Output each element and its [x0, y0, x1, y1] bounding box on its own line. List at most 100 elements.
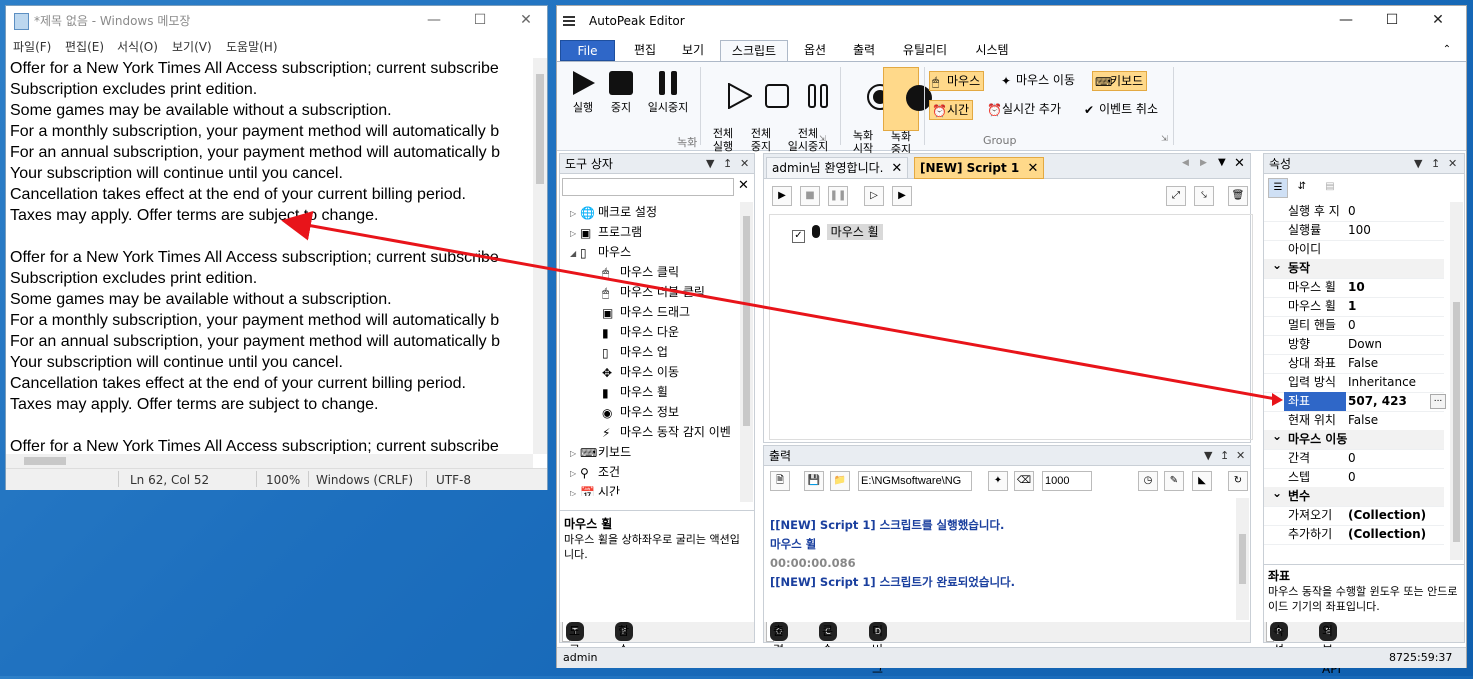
fill-icon[interactable]: ◣ — [1192, 471, 1212, 491]
minimize-button[interactable]: — — [1323, 6, 1369, 36]
property-value[interactable]: 0 — [1348, 449, 1440, 468]
group-expand-icon[interactable]: ⇲ — [819, 134, 826, 143]
property-row[interactable]: › 좌표 507, 423... — [1264, 392, 1446, 412]
tab-output[interactable]: O출력 — [766, 622, 788, 657]
menu-format[interactable]: 서식(O) — [117, 38, 158, 55]
properties-scrollbar[interactable] — [1450, 202, 1463, 560]
script-node-mouse-wheel[interactable]: ✓ 마우스 휠 — [792, 223, 883, 243]
menu-view[interactable]: 보기(V) — [172, 38, 212, 55]
property-value[interactable]: 0 — [1348, 316, 1440, 335]
property-row[interactable]: 마우스 휠 10 — [1264, 278, 1444, 298]
keyboard-toggle-button[interactable]: ⌨키보드 — [1092, 71, 1148, 91]
line-count-stepper[interactable] — [1042, 471, 1092, 491]
tab-output[interactable]: 출력 — [846, 40, 882, 61]
scroll-thumb[interactable] — [536, 74, 544, 184]
property-value[interactable]: Inheritance — [1348, 373, 1440, 392]
property-row[interactable]: 실행률 100 — [1264, 221, 1444, 241]
step-icon[interactable]: ▷ — [864, 186, 884, 206]
close-icon[interactable]: ✕ — [1448, 154, 1457, 174]
maximize-button[interactable]: ☐ — [1369, 6, 1415, 36]
tree-item-mouse-wheel[interactable]: ▮ 마우스 휠 — [602, 382, 668, 402]
property-row[interactable]: 상대 좌표 False — [1264, 354, 1444, 374]
output-scrollbar[interactable] — [1236, 498, 1249, 620]
expand-chevron-icon[interactable]: ⌄ — [1272, 256, 1282, 275]
log-path-input[interactable] — [858, 471, 972, 491]
tree-item-mouse-double-click[interactable]: 🖱 마우스 더블 클릭 — [602, 282, 705, 302]
menu-file[interactable]: 파일(F) — [13, 38, 51, 55]
pause-icon[interactable]: ❚❚ — [828, 186, 848, 206]
property-value[interactable]: 0 — [1348, 468, 1440, 487]
property-row[interactable]: 추가하기 (Collection) — [1264, 525, 1444, 545]
tab-script[interactable]: 스크립트 — [720, 40, 788, 61]
property-value[interactable]: Down — [1348, 335, 1440, 354]
tree-item-mouse[interactable]: ◢ ▯ 마우스 — [570, 242, 631, 262]
menu-help[interactable]: 도움말(H) — [226, 38, 278, 55]
expand-icon[interactable]: ⤢ — [1166, 186, 1186, 206]
property-value[interactable]: 0 — [1348, 202, 1440, 221]
mouse-move-button[interactable]: ✦ 마우스 이동 — [999, 71, 1078, 91]
property-row[interactable]: 입력 방식 Inheritance — [1264, 373, 1444, 393]
vertical-scrollbar[interactable] — [533, 58, 547, 454]
property-value[interactable]: 10 — [1348, 278, 1440, 297]
pause-button[interactable]: 일시중지 — [641, 70, 695, 114]
maximize-button[interactable]: ☐ — [457, 6, 503, 36]
property-row[interactable]: 멀티 핸들 0 — [1264, 316, 1444, 336]
group-expand-icon[interactable]: ⇲ — [1161, 134, 1168, 143]
sort-az-icon[interactable]: ⇵ — [1292, 178, 1312, 198]
tree-item-mouse-click[interactable]: 🖱 마우스 클릭 — [602, 262, 679, 282]
stop-icon[interactable]: ■ — [800, 186, 820, 206]
property-category[interactable]: ⌄ 동작 — [1264, 256, 1444, 279]
toolbox-scrollbar[interactable] — [740, 202, 753, 502]
run-button[interactable]: 실행 — [565, 70, 601, 114]
tab-list-icon[interactable]: ▼ — [1218, 157, 1226, 168]
app-titlebar[interactable]: AutoPeak Editor — ☐ ✕ — [557, 6, 1466, 36]
open-folder-icon[interactable]: 📁 — [830, 471, 850, 491]
tree-item-mouse-up[interactable]: ▯ 마우스 업 — [602, 342, 668, 362]
tab-console[interactable]: C콘솔 — [816, 622, 837, 657]
property-value[interactable]: 1 — [1348, 297, 1440, 316]
delete-icon[interactable]: 🗑 — [1228, 186, 1248, 206]
tree-item-mouse-event[interactable]: ⚡ 마우스 동작 감지 이벤 — [602, 422, 738, 442]
realtime-add-button[interactable]: ⏰실시간 추가 — [985, 100, 1064, 120]
property-pages-icon[interactable]: ▤ — [1320, 178, 1340, 198]
minimize-button[interactable]: — — [411, 6, 457, 36]
tree-item-keyboard[interactable]: ▷ ⌨키보드 — [570, 442, 631, 462]
close-button[interactable]: ✕ — [1415, 6, 1461, 36]
tree-item-mouse-drag[interactable]: ▣ 마우스 드래그 — [602, 302, 690, 322]
property-category[interactable]: ⌄ 마우스 이동 — [1264, 427, 1444, 450]
dropdown-icon[interactable]: ▼ — [1204, 446, 1212, 466]
property-row[interactable]: 현재 위치 False — [1264, 411, 1444, 431]
tab-functions[interactable]: F함수 — [612, 622, 633, 657]
clear-search-icon[interactable]: ✕ — [738, 178, 749, 193]
close-icon[interactable]: ✕ — [1027, 161, 1038, 176]
property-row[interactable]: 실행 후 지 0 — [1264, 202, 1444, 222]
scroll-thumb[interactable] — [24, 457, 66, 465]
property-value[interactable]: False — [1348, 411, 1440, 430]
run-to-icon[interactable]: ▶ — [892, 186, 912, 206]
property-value[interactable]: False — [1348, 354, 1440, 373]
property-row[interactable]: 가져오기 (Collection) — [1264, 506, 1444, 526]
tab-scroll-left-icon[interactable]: ◀ — [1182, 158, 1189, 168]
property-category[interactable]: ⌄ 변수 — [1264, 486, 1444, 507]
tree-item-program[interactable]: ▷ ▣ 프로그램 — [570, 222, 642, 242]
record-stop-button[interactable]: 녹화 중지 — [883, 67, 932, 156]
dropdown-icon[interactable]: ▼ — [1414, 154, 1422, 174]
property-row[interactable]: 스텝 0 — [1264, 468, 1444, 488]
property-value[interactable]: 507, 423 — [1348, 392, 1440, 411]
brush-icon[interactable]: ✎ — [1164, 471, 1184, 491]
tree-item-mouse-down[interactable]: ▮ 마우스 다운 — [602, 322, 679, 342]
property-row[interactable]: 간격 0 — [1264, 449, 1444, 469]
property-row[interactable]: 마우스 휠 1 — [1264, 297, 1444, 317]
tab-utility[interactable]: 유틸리티 — [895, 40, 955, 61]
tree-item-condition[interactable]: ▷ ⚲ 조건 — [570, 462, 620, 482]
notepad-titlebar[interactable]: *제목 없음 - Windows 메모장 — ☐ ✕ — [6, 6, 547, 36]
expand-chevron-icon[interactable]: ⌄ — [1272, 427, 1282, 446]
tab-welcome[interactable]: admin님 환영합니다. ✕ — [766, 157, 909, 179]
tab-properties[interactable]: P속성 — [1266, 622, 1288, 657]
tab-tools[interactable]: T도구 — [562, 622, 584, 657]
tab-edit[interactable]: 편집 — [627, 40, 663, 61]
close-icon[interactable]: ✕ — [891, 161, 902, 176]
property-value[interactable]: 100 — [1348, 221, 1440, 240]
clock-icon[interactable]: ◷ — [1138, 471, 1158, 491]
toolbox-search-input[interactable] — [562, 178, 734, 196]
